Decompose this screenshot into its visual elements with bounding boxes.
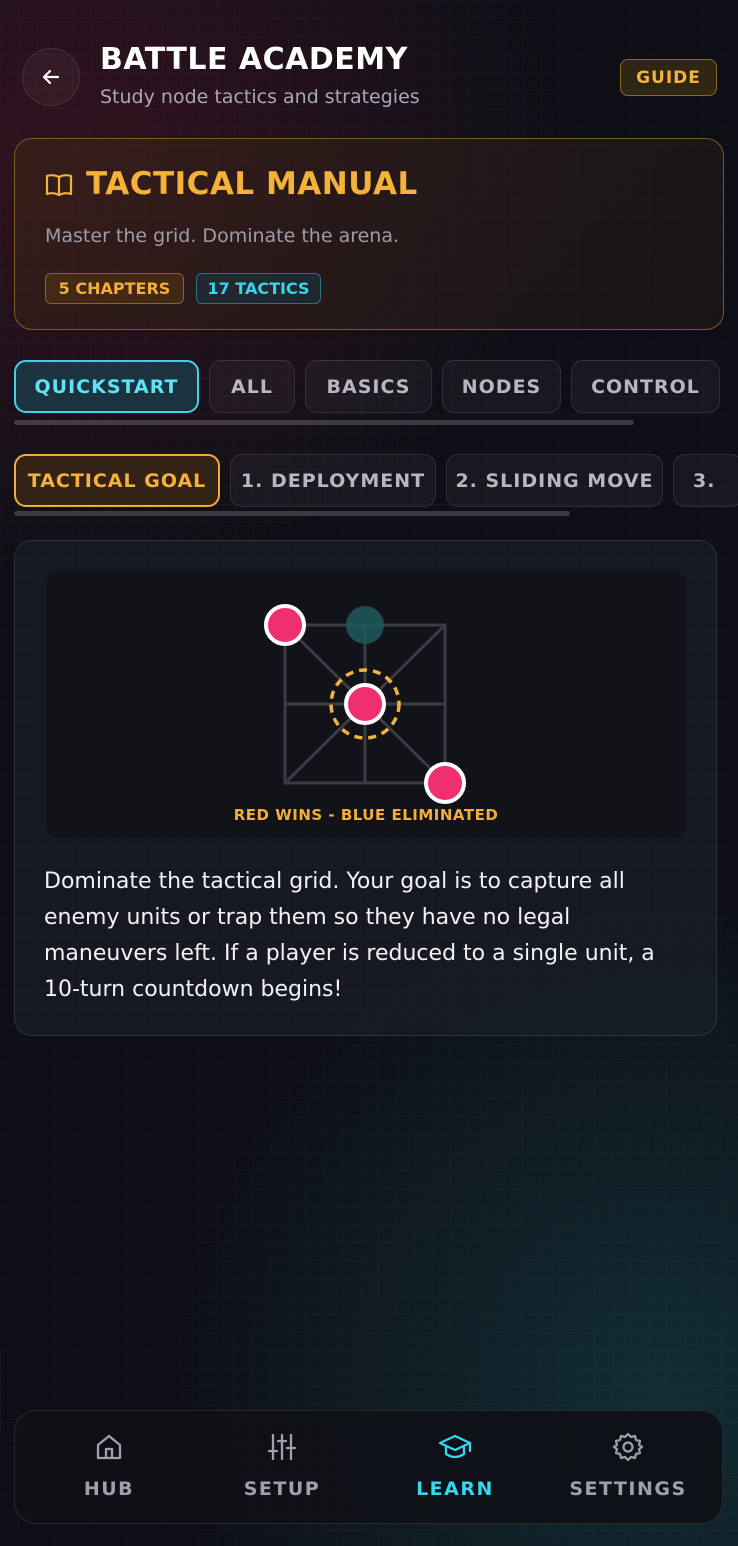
nav-settings[interactable]: SETTINGS [553, 1430, 703, 1510]
home-icon [92, 1430, 126, 1464]
nav-setup[interactable]: SETUP [207, 1430, 357, 1510]
red-unit [264, 604, 306, 646]
nav-learn-label: LEARN [416, 1478, 494, 1500]
nav-learn[interactable]: LEARN [380, 1430, 530, 1510]
book-open-icon [45, 174, 73, 197]
arrow-left-icon [42, 69, 60, 85]
tab-control[interactable]: CONTROL [571, 360, 720, 413]
guide-button[interactable]: GUIDE [620, 59, 717, 96]
manual-tagline: Master the grid. Dominate the arena. [45, 225, 400, 247]
tactics-badge: 17 TACTICS [196, 273, 321, 304]
nav-settings-label: SETTINGS [569, 1478, 687, 1500]
page-subtitle: Study node tactics and strategies [100, 86, 420, 108]
nav-setup-label: SETUP [243, 1478, 321, 1500]
page-title: BATTLE ACADEMY [100, 42, 408, 77]
red-unit [344, 683, 386, 725]
tab-quickstart[interactable]: QUICKSTART [14, 360, 199, 413]
red-unit [424, 762, 466, 804]
lesson-tab-deployment[interactable]: 1. DEPLOYMENT [230, 454, 436, 507]
lesson-description: Dominate the tactical grid. Your goal is… [44, 869, 655, 1002]
lesson-tab-sliding-move[interactable]: 2. SLIDING MOVE [446, 454, 663, 507]
category-scrollbar[interactable] [14, 420, 634, 425]
tab-basics[interactable]: BASICS [305, 360, 432, 413]
tactical-board [264, 604, 466, 804]
lesson-tab-3[interactable]: 3. [673, 454, 738, 507]
nav-hub[interactable]: HUB [34, 1430, 184, 1510]
graduation-cap-icon [438, 1430, 472, 1464]
back-button[interactable] [22, 48, 80, 106]
gear-icon [611, 1430, 645, 1464]
lesson-tab-tactical-goal[interactable]: TACTICAL GOAL [14, 454, 220, 507]
lesson-scrollbar[interactable] [14, 511, 570, 516]
board-result-caption: RED WINS - BLUE ELIMINATED [233, 806, 499, 824]
chapters-badge: 5 CHAPTERS [45, 273, 184, 304]
tab-nodes[interactable]: NODES [442, 360, 561, 413]
nav-hub-label: HUB [83, 1478, 135, 1500]
sliders-icon [265, 1430, 299, 1464]
manual-title: TACTICAL MANUAL [86, 166, 418, 202]
blue-unit-ghost [346, 606, 384, 644]
tab-all[interactable]: ALL [209, 360, 295, 413]
